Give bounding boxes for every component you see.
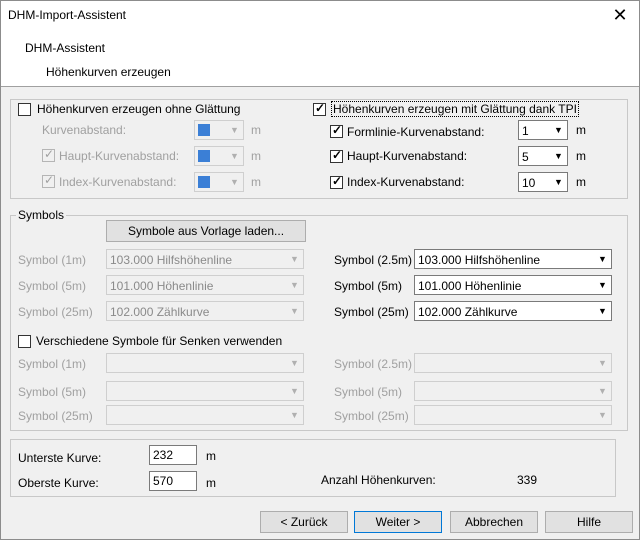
formlinie-label: Formlinie-Kurvenabstand: — [347, 125, 485, 139]
chevron-down-icon: ▼ — [290, 280, 299, 290]
next-button[interactable]: Weiter > — [354, 511, 442, 533]
symbols-group-title: Symbols — [16, 208, 67, 222]
chevron-down-icon: ▼ — [290, 254, 299, 264]
senken-symbol-1m-combo[interactable]: ▼ — [106, 353, 304, 373]
lowest-curve-label: Unterste Kurve: — [18, 451, 102, 465]
close-icon[interactable]: ✕ — [609, 4, 631, 26]
formlinie-combo[interactable]: 1 ▼ — [518, 120, 568, 140]
wizard-title: DHM-Assistent — [25, 41, 106, 55]
senken-symbol-25m-combo[interactable]: ▼ — [106, 405, 304, 425]
formlinie-unit: m — [576, 123, 586, 137]
dialog-window: DHM-Import-Assistent ✕ DHM-Assistent Höh… — [0, 0, 640, 540]
senken-symbol-2-5m-combo[interactable]: ▼ — [414, 353, 612, 373]
symbol-1m-label: Symbol (1m) — [18, 253, 87, 267]
senken-symbol-5m-combo[interactable]: ▼ — [106, 381, 304, 401]
index-right-checkbox[interactable]: ✓ — [330, 174, 343, 189]
formlinie-checkbox[interactable]: ✓ — [330, 123, 343, 138]
chevron-down-icon: ▼ — [598, 386, 607, 396]
chevron-down-icon: ▼ — [290, 386, 299, 396]
symbol-25m-right-combo[interactable]: 102.000 Zählkurve ▼ — [414, 301, 612, 321]
help-button[interactable]: Hilfe — [545, 511, 633, 533]
chevron-down-icon: ▼ — [230, 125, 239, 135]
symbol-2-5m-label: Symbol (2.5m) — [334, 253, 413, 267]
with-smoothing-checkbox[interactable]: ✓ — [313, 101, 326, 116]
curve-count-label: Anzahl Höhenkurven: — [321, 473, 436, 487]
symbol-5m-combo[interactable]: 101.000 Höhenlinie ▼ — [106, 275, 304, 295]
index-right-unit: m — [576, 175, 586, 189]
chevron-down-icon: ▼ — [554, 177, 563, 187]
index-left-unit: m — [251, 175, 261, 189]
chevron-down-icon: ▼ — [290, 306, 299, 316]
senken-symbols-label: Verschiedene Symbole für Senken verwende… — [36, 334, 283, 348]
chevron-down-icon: ▼ — [290, 358, 299, 368]
haupt-left-label: Haupt-Kurvenabstand: — [59, 149, 180, 163]
senken-symbol-2-5m-label: Symbol (2.5m) — [334, 357, 413, 371]
senken-symbol-5m-label: Symbol (5m) — [18, 385, 87, 399]
haupt-right-label: Haupt-Kurvenabstand: — [347, 149, 468, 163]
haupt-right-unit: m — [576, 149, 586, 163]
highest-curve-input[interactable]: 570 — [149, 471, 197, 491]
without-smoothing-label: Höhenkurven erzeugen ohne Glättung — [37, 102, 241, 116]
highest-curve-label: Oberste Kurve: — [18, 476, 99, 490]
highest-curve-unit: m — [206, 476, 216, 490]
symbol-5m-label: Symbol (5m) — [18, 279, 87, 293]
haupt-left-combo[interactable]: ▼ — [194, 146, 244, 166]
cancel-button[interactable]: Abbrechen — [450, 511, 538, 533]
kurvenabstand-label: Kurvenabstand: — [42, 123, 127, 137]
symbol-5m-right-combo[interactable]: 101.000 Höhenlinie ▼ — [414, 275, 612, 295]
senken-symbols-checkbox[interactable] — [18, 335, 31, 348]
index-left-checkbox[interactable]: ✓ — [42, 173, 55, 188]
curve-count-value: 339 — [517, 473, 538, 487]
symbol-25m-right-label: Symbol (25m) — [334, 305, 409, 319]
chevron-down-icon: ▼ — [598, 280, 607, 290]
index-left-combo[interactable]: ▼ — [194, 172, 244, 192]
chevron-down-icon: ▼ — [230, 177, 239, 187]
range-group — [10, 439, 616, 497]
chevron-down-icon: ▼ — [598, 358, 607, 368]
symbol-25m-label: Symbol (25m) — [18, 305, 93, 319]
chevron-down-icon: ▼ — [554, 151, 563, 161]
symbol-25m-combo[interactable]: 102.000 Zählkurve ▼ — [106, 301, 304, 321]
senken-symbol-25m-label: Symbol (25m) — [18, 409, 93, 423]
haupt-left-checkbox[interactable]: ✓ — [42, 147, 55, 162]
haupt-right-checkbox[interactable]: ✓ — [330, 148, 343, 163]
wizard-subtitle: Höhenkurven erzeugen — [46, 65, 171, 79]
senken-symbol-25m-right-combo[interactable]: ▼ — [414, 405, 612, 425]
chevron-down-icon: ▼ — [290, 410, 299, 420]
back-button[interactable]: < Zurück — [260, 511, 348, 533]
senken-symbol-1m-label: Symbol (1m) — [18, 357, 87, 371]
symbol-1m-combo[interactable]: 103.000 Hilfshöhenline ▼ — [106, 249, 304, 269]
kurvenabstand-unit: m — [251, 123, 261, 137]
chevron-down-icon: ▼ — [598, 254, 607, 264]
symbol-2-5m-combo[interactable]: 103.000 Hilfshöhenline ▼ — [414, 249, 612, 269]
senken-symbol-5m-right-label: Symbol (5m) — [334, 385, 403, 399]
chevron-down-icon: ▼ — [554, 125, 563, 135]
senken-symbol-25m-right-label: Symbol (25m) — [334, 409, 409, 423]
symbol-5m-right-label: Symbol (5m) — [334, 279, 403, 293]
with-smoothing-label: Höhenkurven erzeugen mit Glättung dank T… — [331, 101, 579, 117]
haupt-left-unit: m — [251, 149, 261, 163]
title-bar: DHM-Import-Assistent ✕ — [1, 1, 639, 31]
chevron-down-icon: ▼ — [598, 410, 607, 420]
index-right-combo[interactable]: 10 ▼ — [518, 172, 568, 192]
senken-symbol-5m-right-combo[interactable]: ▼ — [414, 381, 612, 401]
without-smoothing-checkbox[interactable] — [18, 103, 31, 116]
chevron-down-icon: ▼ — [598, 306, 607, 316]
window-title: DHM-Import-Assistent — [8, 8, 127, 22]
index-right-label: Index-Kurvenabstand: — [347, 175, 465, 189]
lowest-curve-unit: m — [206, 449, 216, 463]
chevron-down-icon: ▼ — [230, 151, 239, 161]
kurvenabstand-combo[interactable]: ▼ — [194, 120, 244, 140]
haupt-right-combo[interactable]: 5 ▼ — [518, 146, 568, 166]
wizard-header: DHM-Assistent Höhenkurven erzeugen — [1, 31, 639, 87]
index-left-label: Index-Kurvenabstand: — [59, 175, 177, 189]
lowest-curve-input[interactable]: 232 — [149, 445, 197, 465]
load-template-symbols-button[interactable]: Symbole aus Vorlage laden... — [106, 220, 306, 242]
